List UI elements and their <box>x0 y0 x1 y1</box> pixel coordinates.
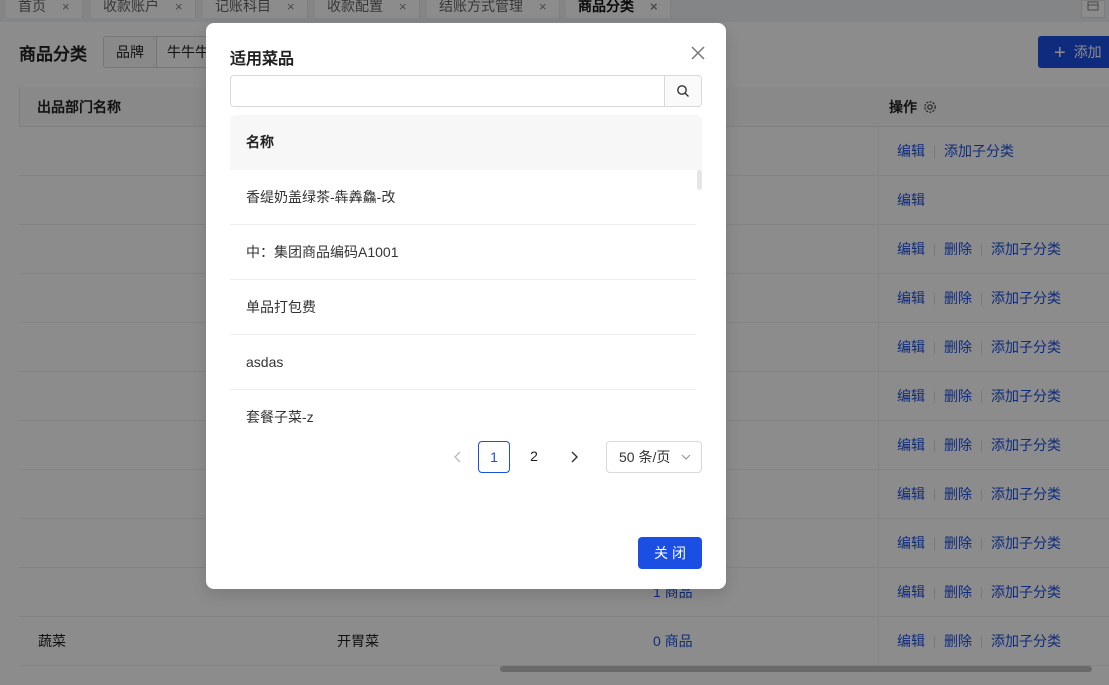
column-header-name: 名称 <box>230 115 702 170</box>
page-size-select[interactable]: 50 条/页 <box>606 441 702 473</box>
list-item[interactable]: 香缇奶盖绿茶-犇羴鱻-改 <box>230 170 696 225</box>
list-item[interactable]: asdas <box>230 335 696 390</box>
search-button[interactable] <box>664 76 701 106</box>
dish-table: 名称 香缇奶盖绿茶-犇羴鱻-改 中：集团商品编码A1001 单品打包费 asdas 套餐… <box>230 115 702 423</box>
close-button[interactable]: 关闭 <box>638 537 702 569</box>
dish-search <box>230 75 702 107</box>
prev-page-button[interactable] <box>442 441 474 473</box>
page-item-2[interactable]: 2 <box>518 441 550 473</box>
chevron-left-icon <box>454 451 461 463</box>
applicable-dishes-modal: 适用菜品 名称 香缇奶盖绿茶-犇羴鱻-改 中：集团商品编码A1001 单品打包费 as… <box>206 23 726 589</box>
vertical-scrollbar[interactable] <box>697 170 702 190</box>
list-item[interactable]: 单品打包费 <box>230 280 696 335</box>
modal-title: 适用菜品 <box>230 51 295 68</box>
next-page-button[interactable] <box>558 441 590 473</box>
page-item-1[interactable]: 1 <box>478 441 510 473</box>
list-item[interactable]: 套餐子菜-z <box>230 390 696 423</box>
page-size-value: 50 条/页 <box>619 449 671 465</box>
dish-list: 香缇奶盖绿茶-犇羴鱻-改 中：集团商品编码A1001 单品打包费 asdas 套餐子菜-… <box>230 170 696 423</box>
chevron-down-icon <box>681 454 691 460</box>
close-icon[interactable] <box>686 41 710 65</box>
search-input[interactable] <box>231 76 664 106</box>
search-icon <box>677 85 689 97</box>
list-item[interactable]: 中：集团商品编码A1001 <box>230 225 696 280</box>
chevron-right-icon <box>571 451 578 463</box>
